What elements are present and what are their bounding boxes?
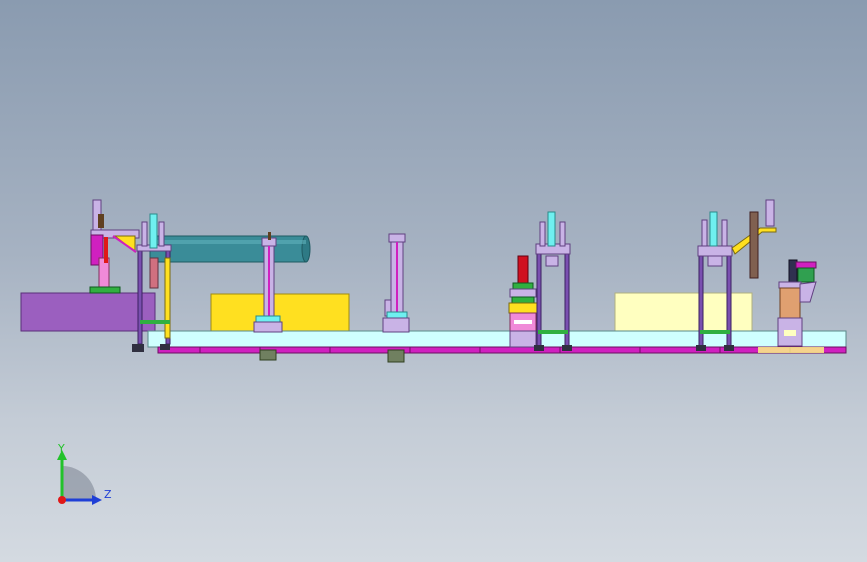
assembly-side-view[interactable] [0,0,867,562]
teal-tube[interactable] [149,235,307,263]
y-axis-label: Y [57,442,65,455]
station-press-2[interactable] [508,255,538,348]
station-loader[interactable] [89,199,140,294]
cad-viewport[interactable]: Y Z [0,0,867,562]
station-press-3[interactable] [534,211,572,351]
teal-tube-end [301,235,311,263]
z-axis-arrow [92,495,102,505]
left-base-block[interactable] [20,292,156,332]
z-axis-label: Z [104,488,112,501]
x-axis-point [58,496,66,504]
triad-background [62,466,96,500]
teal-tube-highlight [150,240,306,244]
coordinate-triad: Y Z [57,442,112,505]
conveyor-table[interactable] [147,330,847,348]
rail-yellow-strip [758,347,824,353]
